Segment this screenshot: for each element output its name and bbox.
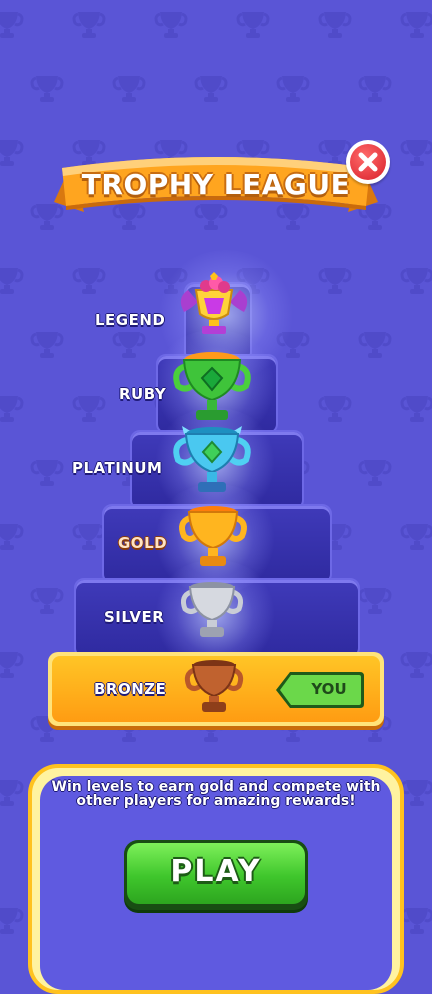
background-cup-icon [400,778,432,808]
background-cup-icon [0,650,24,680]
background-cup-icon [358,74,392,104]
background-cup-icon [112,330,146,360]
background-cup-icon [0,522,24,552]
close-icon [350,144,386,180]
bronze-trophy-icon [184,658,244,716]
background-cup-icon [318,10,352,40]
background-cup-icon [30,586,64,616]
gold-trophy-icon [178,504,248,572]
background-cup-icon [0,138,24,168]
background-cup-icon [318,266,352,296]
background-cup-icon [0,394,24,424]
background-cup-icon [30,458,64,488]
background-cup-icon [0,778,24,808]
background-cup-icon [400,650,432,680]
background-cup-icon [194,74,228,104]
tier-label-ruby: RUBY [119,385,167,403]
background-cup-icon [276,74,310,104]
page-title: TROPHY LEAGUE [81,168,351,201]
ruby-trophy-icon [172,346,252,426]
background-cup-icon [400,906,432,936]
background-cup-icon [0,10,24,40]
background-cup-icon [112,74,146,104]
background-cup-icon [72,266,106,296]
play-button[interactable]: PLAY [124,840,308,910]
background-cup-icon [0,266,24,296]
background-cup-icon [0,906,24,936]
background-cup-icon [358,330,392,360]
you-badge: YOU [276,672,364,708]
you-badge-label: YOU [311,680,347,698]
silver-trophy-icon [180,580,244,642]
close-button[interactable] [346,140,390,184]
platinum-trophy-icon [172,422,252,496]
background-cup-icon [236,10,270,40]
tier-label-platinum: PLATINUM [72,459,163,477]
background-cup-icon [358,586,392,616]
background-cup-icon [154,10,188,40]
background-cup-icon [358,458,392,488]
play-button-label: PLAY [170,854,262,889]
description-text: Win levels to earn gold and compete with… [51,779,381,809]
tier-label-legend: LEGEND [95,311,166,329]
background-cup-icon [72,394,106,424]
background-cup-icon [72,10,106,40]
background-cup-icon [30,74,64,104]
background-cup-icon [400,10,432,40]
tier-label-bronze: BRONZE [94,680,167,698]
tier-label-gold: GOLD [118,534,168,552]
background-cup-icon [72,522,106,552]
legend-trophy-icon [176,272,252,338]
title-banner: TROPHY LEAGUE [54,150,378,230]
background-cup-icon [400,394,432,424]
background-cup-icon [318,394,352,424]
background-cup-icon [400,266,432,296]
background-cup-icon [30,330,64,360]
background-cup-icon [400,522,432,552]
tier-label-silver: SILVER [104,608,165,626]
background-cup-icon [400,138,432,168]
